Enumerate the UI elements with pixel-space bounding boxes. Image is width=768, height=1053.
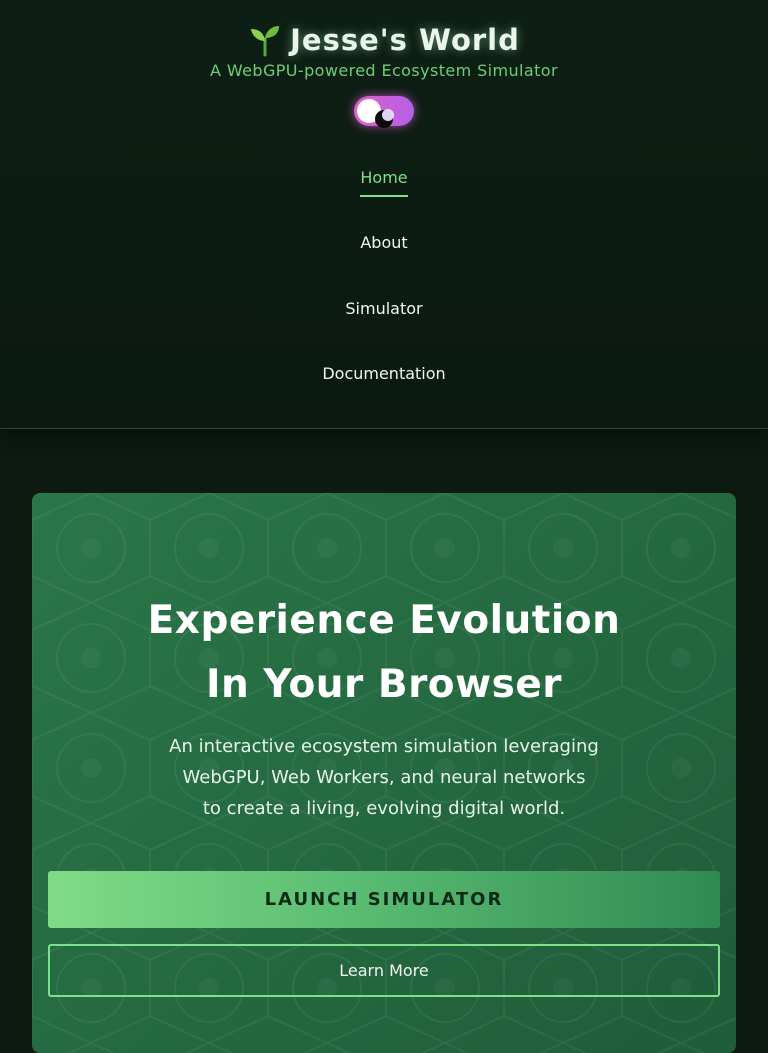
nav-item-label: Documentation <box>322 364 446 383</box>
brand: Jesse's World A WebGPU-powered Ecosystem… <box>0 22 768 80</box>
nav-item-home[interactable]: Home <box>0 168 768 197</box>
hero-section: Experience Evolution In Your Browser An … <box>32 493 736 1053</box>
site-title: Jesse's World <box>290 23 520 57</box>
nav-item-simulator[interactable]: Simulator <box>0 299 768 326</box>
moon-icon <box>375 109 394 128</box>
hero-description: An interactive ecosystem simulation leve… <box>124 731 644 824</box>
sprout-icon <box>251 26 280 57</box>
hero-title-line-2: In Your Browser <box>205 662 563 707</box>
nav-item-label: Simulator <box>345 299 423 318</box>
learn-more-button[interactable]: Learn More <box>48 944 720 997</box>
site-header: Jesse's World A WebGPU-powered Ecosystem… <box>0 0 768 429</box>
site-subtitle: A WebGPU-powered Ecosystem Simulator <box>210 61 558 80</box>
hero-description-line-2: WebGPU, Web Workers, and neural networks <box>182 767 586 788</box>
hero-description-line-3: to create a living, evolving digital wor… <box>202 798 566 819</box>
nav-item-label: Home <box>360 168 408 197</box>
hero-description-line-1: An interactive ecosystem simulation leve… <box>169 736 599 757</box>
nav-item-label: About <box>360 233 408 252</box>
nav-item-about[interactable]: About <box>0 233 768 260</box>
launch-simulator-button[interactable]: LAUNCH SIMULATOR <box>48 871 720 928</box>
hero-title: Experience Evolution In Your Browser <box>32 589 736 717</box>
nav-item-documentation[interactable]: Documentation <box>0 364 768 391</box>
hero-title-line-1: Experience Evolution <box>147 598 621 643</box>
theme-toggle[interactable] <box>354 96 414 128</box>
site-title-link[interactable]: Jesse's World <box>248 22 520 58</box>
